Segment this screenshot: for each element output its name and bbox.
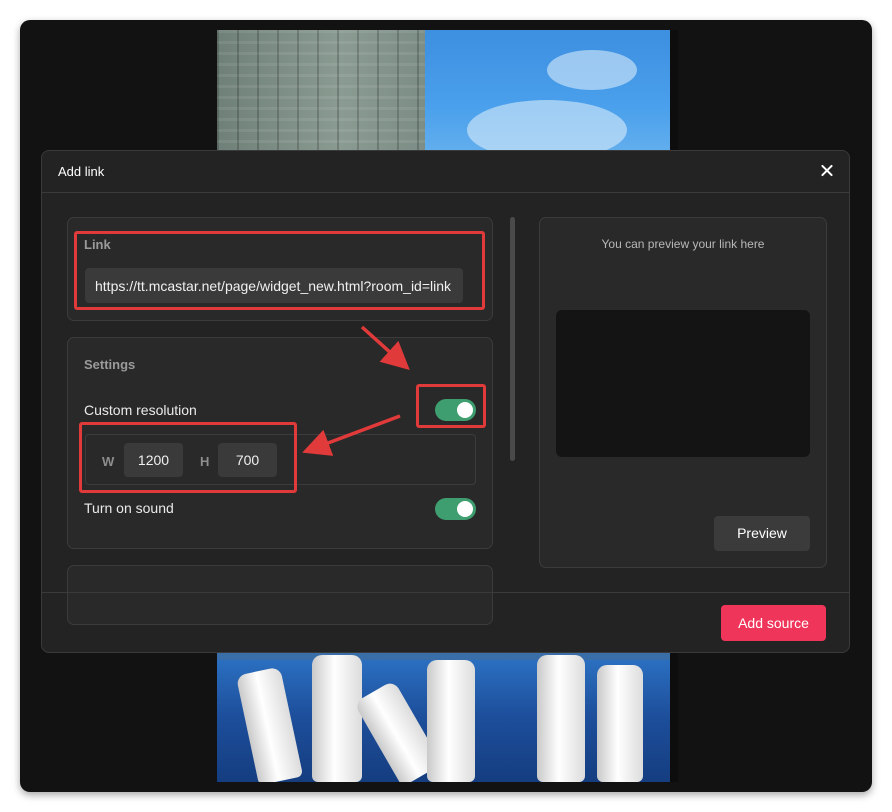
scrollbar[interactable] [510,217,515,461]
cloud [547,50,637,90]
annotation-box-toggle [416,384,486,428]
dialog-title: Add link [58,164,105,179]
close-icon[interactable] [817,161,837,181]
sound-label: Turn on sound [84,500,174,516]
add-source-button[interactable]: Add source [721,605,826,641]
dialog-header: Add link [42,151,849,193]
preview-button[interactable]: Preview [714,516,810,551]
boot [597,665,643,782]
annotation-box-link [74,231,485,310]
boot [312,655,362,782]
custom-resolution-label: Custom resolution [84,402,197,418]
toggle-knob [457,501,473,517]
preview-area [556,310,810,457]
boot [427,660,475,782]
preview-hint: You can preview your link here [601,237,765,251]
building [217,30,425,170]
sound-toggle[interactable] [435,498,476,520]
settings-label: Settings [84,357,136,372]
annotation-box-resolution [79,422,297,493]
boot [537,655,585,782]
